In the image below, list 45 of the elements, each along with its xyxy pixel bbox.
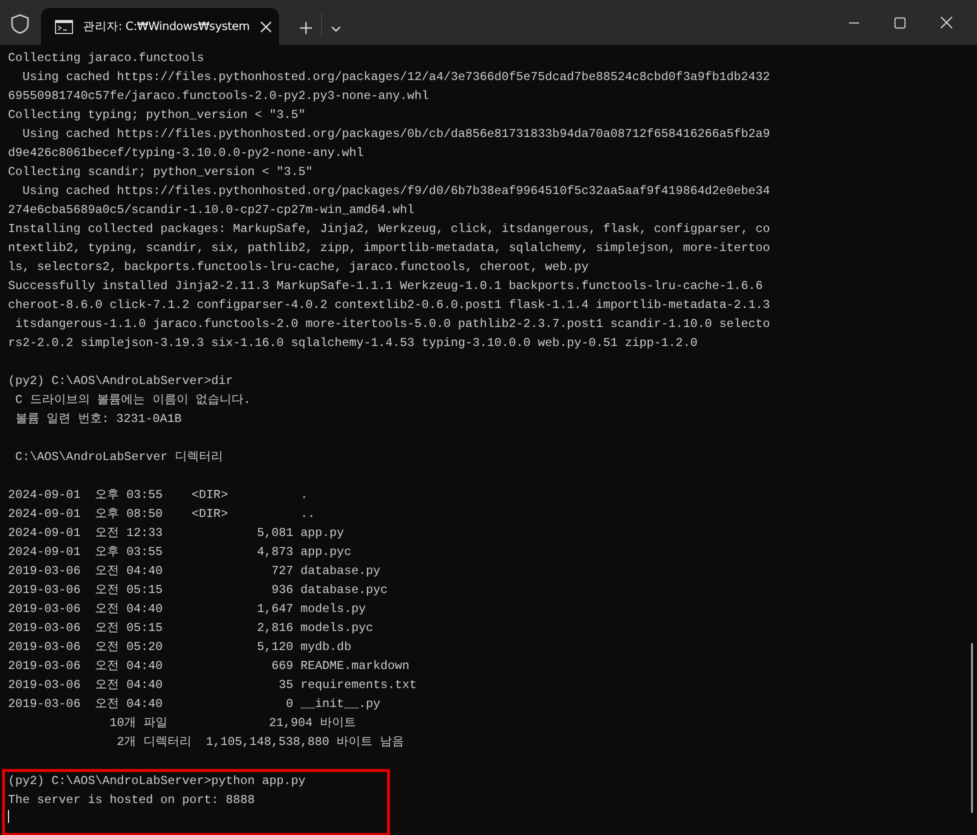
terminal-line: C:\AOS\AndroLabServer 디렉터리: [14, 449, 224, 466]
terminal-line: 69550981740c57fe/jaraco.functools-2.0-py2.py3-none-any.whl: [8, 88, 430, 105]
terminal-line: Using cached https://files.pythonhosted.org/packages/f9/d0/6b7b38eaf9964510f5c32aa5aaf9f419864d2e0ebe34: [22, 183, 772, 200]
terminal-line: 10개 파일 21,904 바이트: [108, 715, 357, 732]
terminal-tab[interactable]: 관리자: C:₩Windows₩system: [41, 8, 279, 45]
terminal-line: cheroot-8.6.0 click-7.1.2 configparser-4.0.2 contextlib2-0.6.0.post1 flask-1.1.4 importlib-metadata-2.1.3: [8, 297, 772, 314]
terminal-line: 볼륨 일련 번호: 3231-0A1B: [14, 411, 183, 428]
terminal-line: d9e426c8061becef/typing-3.10.0.0-py2-none-any.whl: [8, 145, 365, 162]
terminal-line: (py2) C:\AOS\AndroLabServer>dir: [8, 373, 234, 390]
terminal-line: Successfully installed Jinja2-2.11.3 MarkupSafe-1.1.1 Werkzeug-1.0.1 backports.functools-lru-cache-1.6.6: [8, 278, 764, 295]
close-icon: [940, 16, 952, 29]
scrollbar[interactable]: [971, 643, 973, 813]
terminal-line: 2024-09-01 오후 08:50 <DIR> ..: [8, 506, 316, 523]
terminal-line: 2019-03-06 오전 04:40 1,647 models.py: [8, 601, 367, 618]
terminal-line: 2024-09-01 오후 03:55 4,873 app.pyc: [8, 544, 352, 561]
terminal-line: 2024-09-01 오후 03:55 <DIR> .: [8, 487, 309, 504]
terminal-line: 274e6cba5689a0c5/scandir-1.10.0-cp27-cp27m-win_amd64.whl: [8, 202, 416, 219]
terminal-line: 2019-03-06 오전 04:40 727 database.py: [8, 563, 382, 580]
terminal-line: 2019-03-06 오전 05:15 936 database.pyc: [8, 582, 389, 599]
terminal-line: 2024-09-01 오전 12:33 5,081 app.py: [8, 525, 346, 542]
terminal-line: Collecting jaraco.functools: [8, 50, 205, 67]
terminal-line: 2019-03-06 오전 04:40 0 __init__.py: [8, 696, 382, 713]
tab-title: 관리자: C:₩Windows₩system: [83, 19, 250, 34]
close-icon[interactable]: [260, 20, 272, 32]
terminal-line: Collecting typing; python_version < "3.5": [8, 107, 307, 124]
terminal-line: 2019-03-06 오전 04:40 669 README.markdown: [8, 658, 410, 675]
terminal-icon: [55, 20, 73, 34]
terminal-line: Collecting scandir; python_version < "3.5": [8, 164, 314, 181]
terminal-line: itsdangerous-1.1.0 jaraco.functools-2.0 more-itertools-5.0.0 pathlib2-2.3.7.post1 scandir-1.10.0 selecto: [14, 316, 772, 333]
terminal-line: (py2) C:\AOS\AndroLabServer>python app.py: [8, 773, 307, 790]
terminal-line: The server is hosted on port: 8888: [8, 792, 256, 809]
maximize-icon: [894, 16, 906, 28]
terminal-line: rs2-2.0.2 simplejson-3.19.3 six-1.16.0 sqlalchemy-1.4.53 typing-3.10.0.0 web.py-0.51 zipp-1.2.0: [8, 335, 698, 352]
terminal-line: ntextlib2, typing, scandir, six, pathlib2, zipp, importlib-metadata, sqlalchemy, simplejson, more-itertoo: [8, 240, 772, 257]
terminal-line: ls, selectors2, backports.functools-lru-cache, jaraco.functools, cheroot, web.py: [8, 259, 590, 276]
plus-icon: [299, 21, 313, 35]
terminal-line: Installing collected packages: MarkupSafe, Jinja2, Werkzeug, click, itsdangerous, flask, configparser, co: [8, 221, 772, 238]
shield-icon: [9, 13, 31, 35]
terminal-line: C 드라이브의 볼륨에는 이름이 없습니다.: [14, 392, 252, 409]
terminal-line: 2개 디렉터리 1,105,148,538,880 바이트 남음: [116, 734, 405, 751]
terminal-line: Using cached https://files.pythonhosted.org/packages/0b/cb/da856e81731833b94da70a08712f658416266a5fb2a9: [22, 126, 772, 143]
terminal-line: 2019-03-06 오전 04:40 35 requirements.txt: [8, 677, 418, 694]
terminal-line: 2019-03-06 오전 05:20 5,120 mydb.db: [8, 639, 352, 656]
terminal-line: Using cached https://files.pythonhosted.org/packages/12/a4/3e7366d0f5e75dcad7be88524c8cbd0f3a9fb1db2432: [22, 69, 772, 86]
terminal-line: 2019-03-06 오전 05:15 2,816 models.pyc: [8, 620, 374, 637]
